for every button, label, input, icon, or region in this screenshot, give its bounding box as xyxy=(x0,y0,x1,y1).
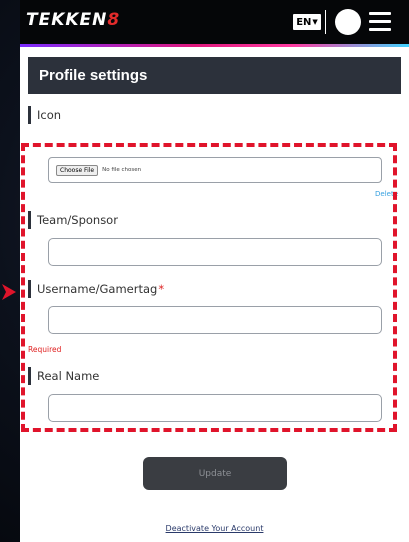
hamburger-menu-icon[interactable] xyxy=(369,11,391,33)
page-title-bar: Profile settings xyxy=(28,57,401,94)
annotation-arrow-icon xyxy=(2,284,16,300)
page-title: Profile settings xyxy=(39,67,148,84)
language-selector[interactable]: EN ▼ xyxy=(293,14,321,30)
header-divider xyxy=(325,10,326,34)
chevron-down-icon: ▼ xyxy=(312,18,318,26)
icon-label: Icon xyxy=(28,106,61,124)
tekken-logo[interactable]: TEKKEN8 xyxy=(26,10,120,30)
label-marker xyxy=(28,106,31,124)
highlight-annotation-box xyxy=(21,143,397,432)
user-avatar-icon[interactable] xyxy=(335,9,361,35)
deactivate-account-link[interactable]: Deactivate Your Account xyxy=(20,524,409,533)
update-button[interactable]: Update xyxy=(143,457,287,490)
